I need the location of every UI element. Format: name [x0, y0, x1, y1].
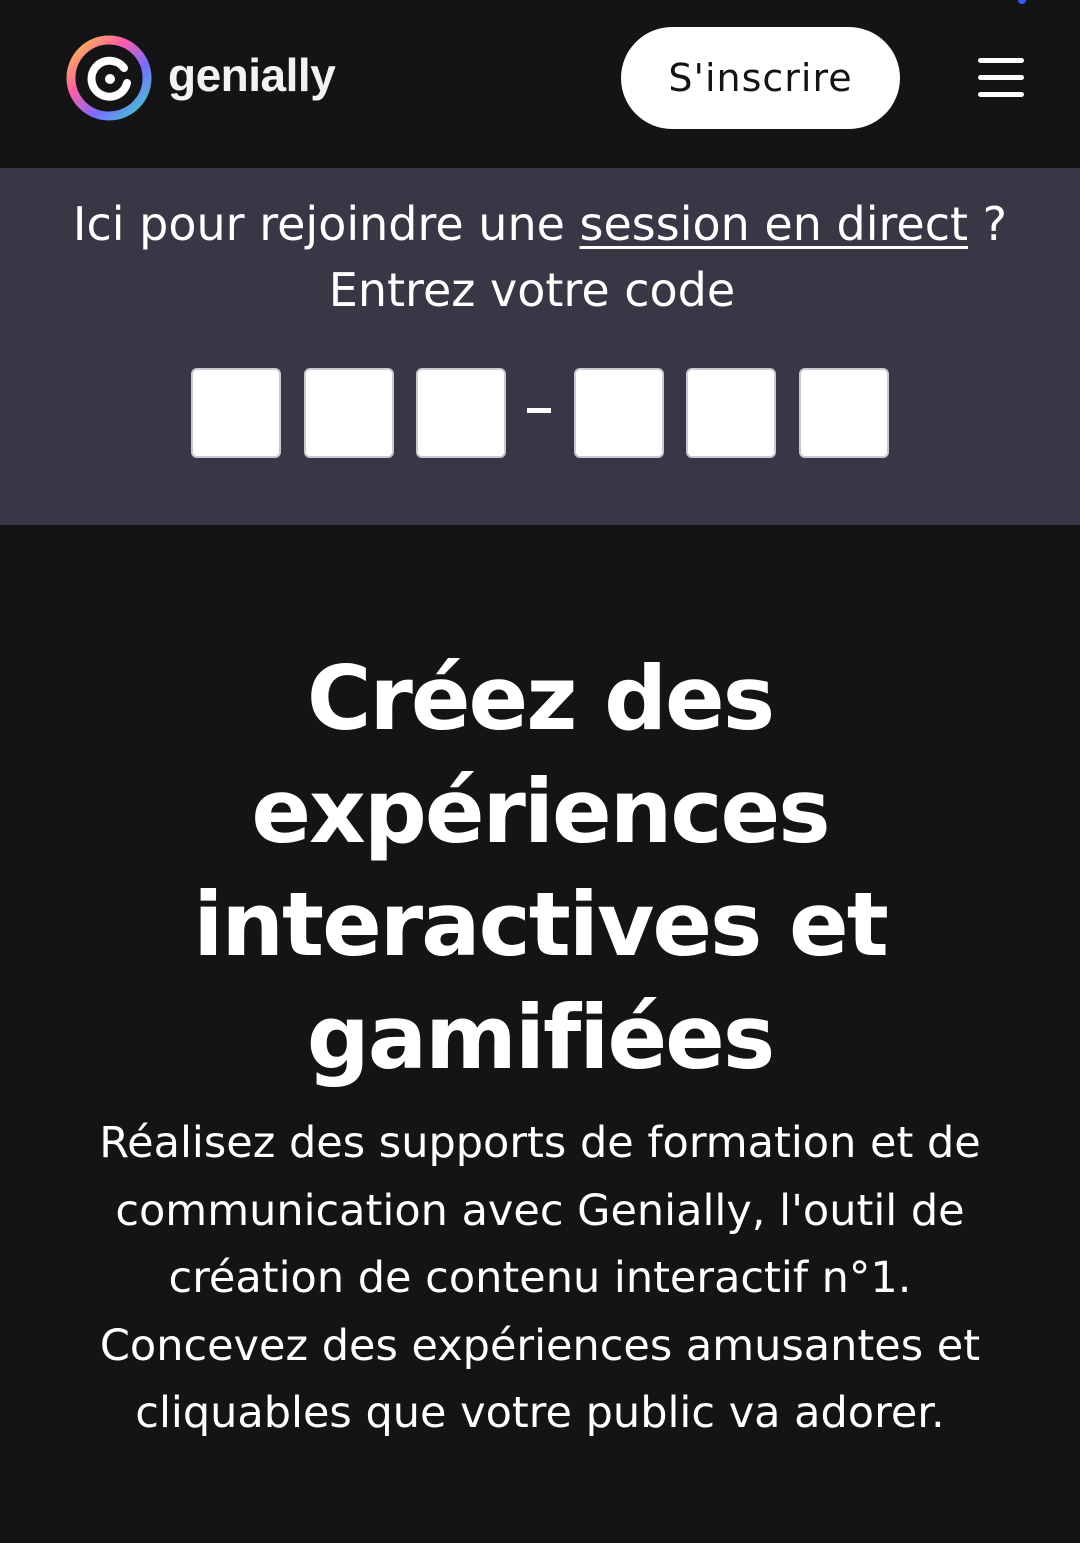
genially-logo-icon: [66, 35, 152, 121]
logo-text: genially: [168, 49, 336, 101]
hamburger-menu-icon: [978, 58, 1024, 63]
signup-button[interactable]: S'inscrire: [621, 27, 900, 129]
code-digit-3[interactable]: [416, 368, 506, 458]
site-header: genially S'inscrire: [0, 0, 1080, 168]
code-separator: [527, 408, 551, 413]
session-question: Ici pour rejoindre une session en direct…: [72, 197, 1008, 251]
session-code-input: [0, 368, 1080, 458]
code-digit-1[interactable]: [191, 368, 281, 458]
code-digit-2[interactable]: [304, 368, 394, 458]
indicator-dot: [1018, 0, 1026, 4]
genially-logo[interactable]: genially: [66, 35, 336, 121]
hero-title: Créez des expériences interactives et ga…: [193, 647, 889, 1089]
live-session-banner: Ici pour rejoindre une session en direct…: [0, 168, 1080, 525]
code-digit-5[interactable]: [686, 368, 776, 458]
live-session-link[interactable]: session en direct: [580, 197, 968, 251]
code-digit-4[interactable]: [574, 368, 664, 458]
code-digit-6[interactable]: [799, 368, 889, 458]
hero-description: Réalisez des supports de formation et de…: [99, 1118, 981, 1438]
hamburger-menu-button[interactable]: [974, 55, 1028, 101]
code-prompt: Entrez votre code: [328, 263, 736, 317]
